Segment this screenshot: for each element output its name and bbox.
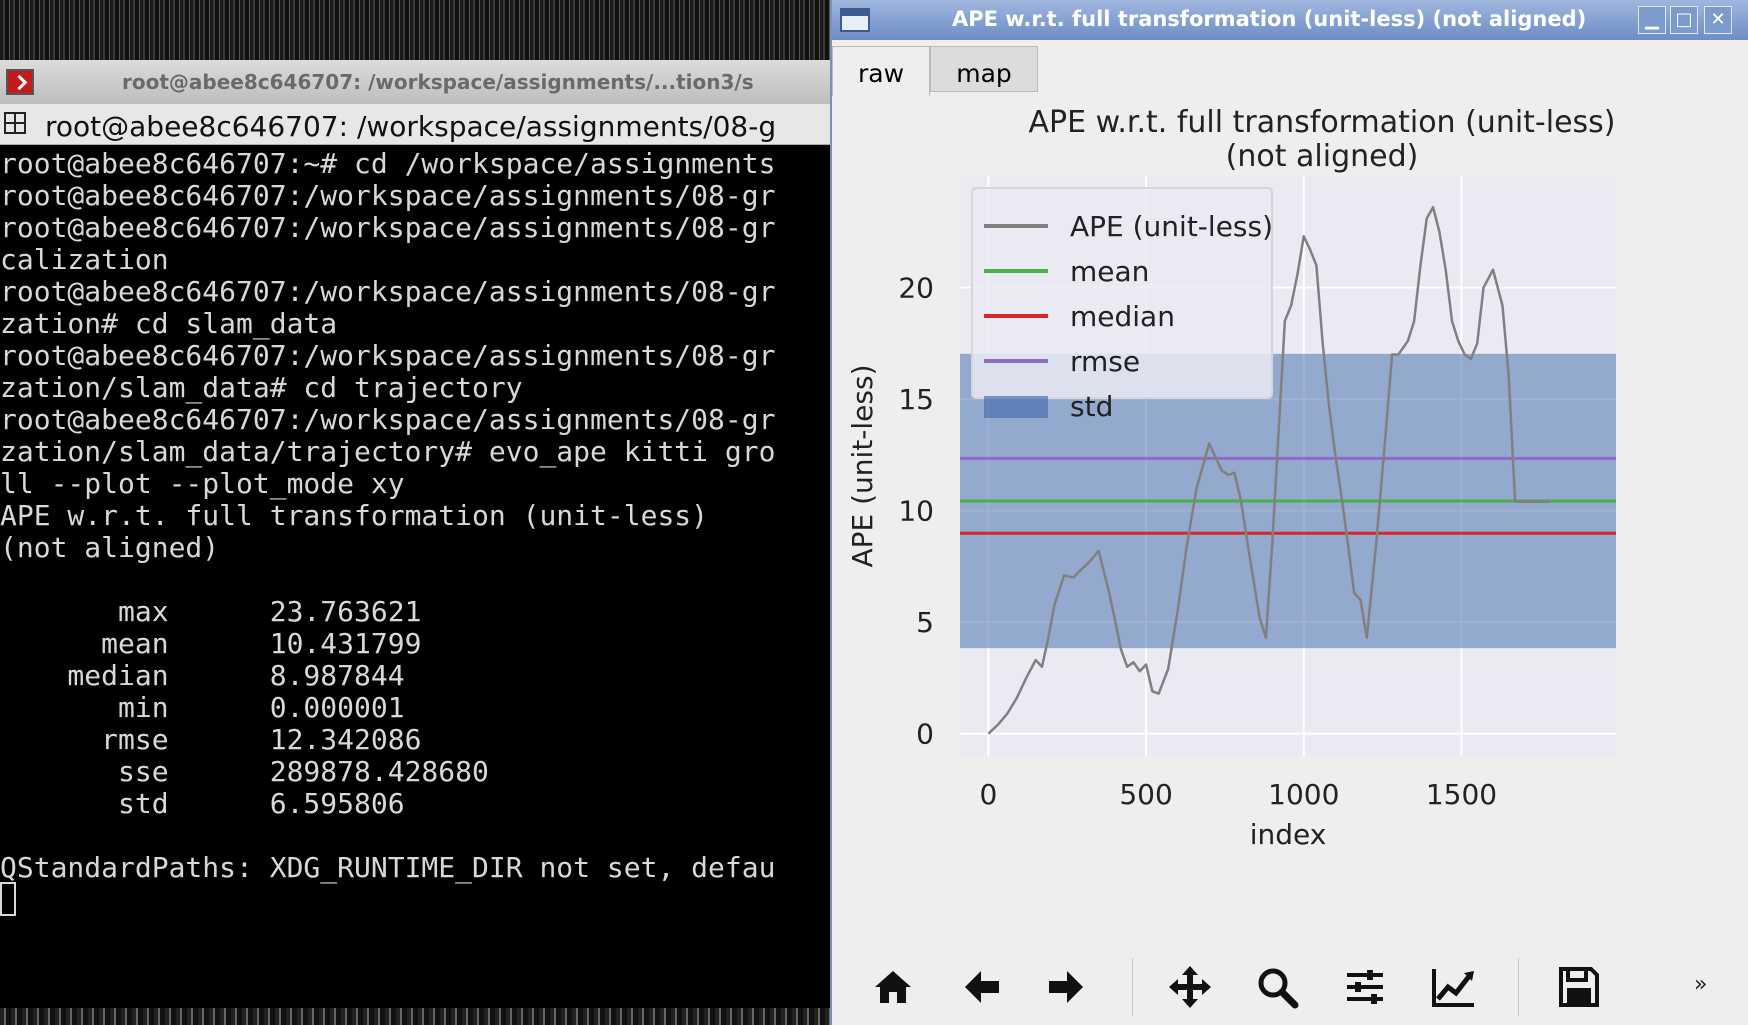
y-axis-label: APE (unit-less) [846,364,879,567]
terminal-line: APE w.r.t. full transformation (unit-les… [0,499,709,532]
legend-label: rmse [1070,345,1140,378]
stat-line-rmse: rmse 12.342086 [0,723,422,756]
legend-label: mean [1070,255,1149,288]
terminal-line: calization [0,243,169,276]
legend-swatch-std [984,396,1048,418]
legend-label: median [1070,300,1175,333]
plot-toolbar: » [832,940,1748,1025]
save-icon [1559,967,1599,1007]
x-tick-label: 1500 [1426,778,1497,811]
maximize-button[interactable]: □ [1670,6,1698,34]
home-button[interactable] [868,962,918,1012]
terminal-line: root@abee8c646707:/workspace/assignments… [0,403,776,436]
save-button[interactable] [1554,962,1604,1012]
subplots-button[interactable] [1340,962,1390,1012]
terminal-tab-title[interactable]: root@abee8c646707: /workspace/assignment… [45,110,776,143]
terminal-tab-bar[interactable]: root@abee8c646707: /workspace/assignment… [0,104,830,145]
pan-button[interactable] [1165,962,1215,1012]
forward-button[interactable] [1042,962,1092,1012]
x-tick-label: 500 [1119,778,1172,811]
x-tick-label: 1000 [1268,778,1339,811]
terminal-tab-icon [4,112,26,134]
y-tick-label: 0 [916,718,934,751]
terminal-app-icon[interactable] [6,69,34,95]
y-tick-label: 15 [898,383,934,416]
forward-arrow-icon [1049,971,1083,1003]
legend-label: APE (unit-less) [1070,210,1273,243]
terminal-line: root@abee8c646707:/workspace/assignments… [0,339,776,372]
terminal-line: ll --plot --plot_mode xy [0,467,405,500]
chart-title-line-1: APE w.r.t. full transformation (unit-les… [1028,105,1615,140]
legend: APE (unit-less) mean median rmse std [971,187,1273,423]
y-tick-label: 10 [898,495,934,528]
terminal-line: root@abee8c646707:/workspace/assignments… [0,179,776,212]
plot-canvas[interactable]: APE w.r.t. full transformation (unit-les… [832,96,1748,936]
terminal-line: root@abee8c646707:~# cd /workspace/assig… [0,147,776,180]
toolbar-separator [1132,958,1133,1016]
terminal-window[interactable]: root@abee8c646707: /workspace/assignment… [0,60,830,1008]
plot-tabs: raw map [832,40,1748,98]
toolbar-overflow-button[interactable]: » [1694,972,1707,997]
plot-window[interactable]: APE w.r.t. full transformation (unit-les… [830,0,1748,1025]
stat-line-median: median 8.987844 [0,659,405,692]
plot-window-title: APE w.r.t. full transformation (unit-les… [952,7,1587,31]
y-tick-label: 20 [898,272,934,305]
pan-icon [1169,966,1211,1008]
terminal-cursor [0,882,16,916]
edit-axes-button[interactable] [1428,962,1478,1012]
x-axis-label: index [1250,818,1327,851]
terminal-output[interactable]: root@abee8c646707:~# cd /workspace/assig… [0,146,830,1008]
back-button[interactable] [956,962,1006,1012]
stat-line-max: max 23.763621 [0,595,422,628]
legend-label: std [1070,390,1113,423]
y-tick-label: 5 [916,606,934,639]
chart-title-line-2: (not aligned) [1226,139,1419,174]
stat-line-min: min 0.000001 [0,691,405,724]
desktop-background-top [0,0,830,60]
zoom-button[interactable] [1252,962,1302,1012]
terminal-line: zation/slam_data# cd trajectory [0,371,523,404]
minimize-button[interactable]: ▁ [1638,6,1666,34]
terminal-line: (not aligned) [0,531,220,564]
home-icon [875,971,911,1003]
close-button[interactable]: ✕ [1704,6,1732,34]
terminal-line-warning: QStandardPaths: XDG_RUNTIME_DIR not set,… [0,851,776,884]
toolbar-separator [1518,958,1519,1016]
stat-line-std: std 6.595806 [0,787,405,820]
subplots-icon [1347,970,1383,1004]
terminal-line: zation/slam_data/trajectory# evo_ape kit… [0,435,776,468]
plot-window-titlebar[interactable]: APE w.r.t. full transformation (unit-les… [832,0,1748,40]
back-arrow-icon [965,971,999,1003]
x-tick-label: 0 [979,778,997,811]
terminal-line: zation# cd slam_data [0,307,338,340]
terminal-titlebar[interactable]: root@abee8c646707: /workspace/assignment… [0,60,830,105]
axes-edit-icon [1432,969,1474,1007]
tab-map[interactable]: map [930,46,1038,92]
stat-line-mean: mean 10.431799 [0,627,422,660]
terminal-line: root@abee8c646707:/workspace/assignments… [0,275,776,308]
terminal-window-title: root@abee8c646707: /workspace/assignment… [122,70,754,94]
zoom-icon [1258,968,1299,1009]
window-menu-icon[interactable] [840,8,870,32]
desktop-background-bottom [0,1008,830,1025]
terminal-line: root@abee8c646707:/workspace/assignments… [0,211,776,244]
stat-line-sse: sse 289878.428680 [0,755,489,788]
tab-raw[interactable]: raw [832,46,930,98]
ape-chart[interactable]: APE w.r.t. full transformation (unit-les… [832,96,1748,936]
